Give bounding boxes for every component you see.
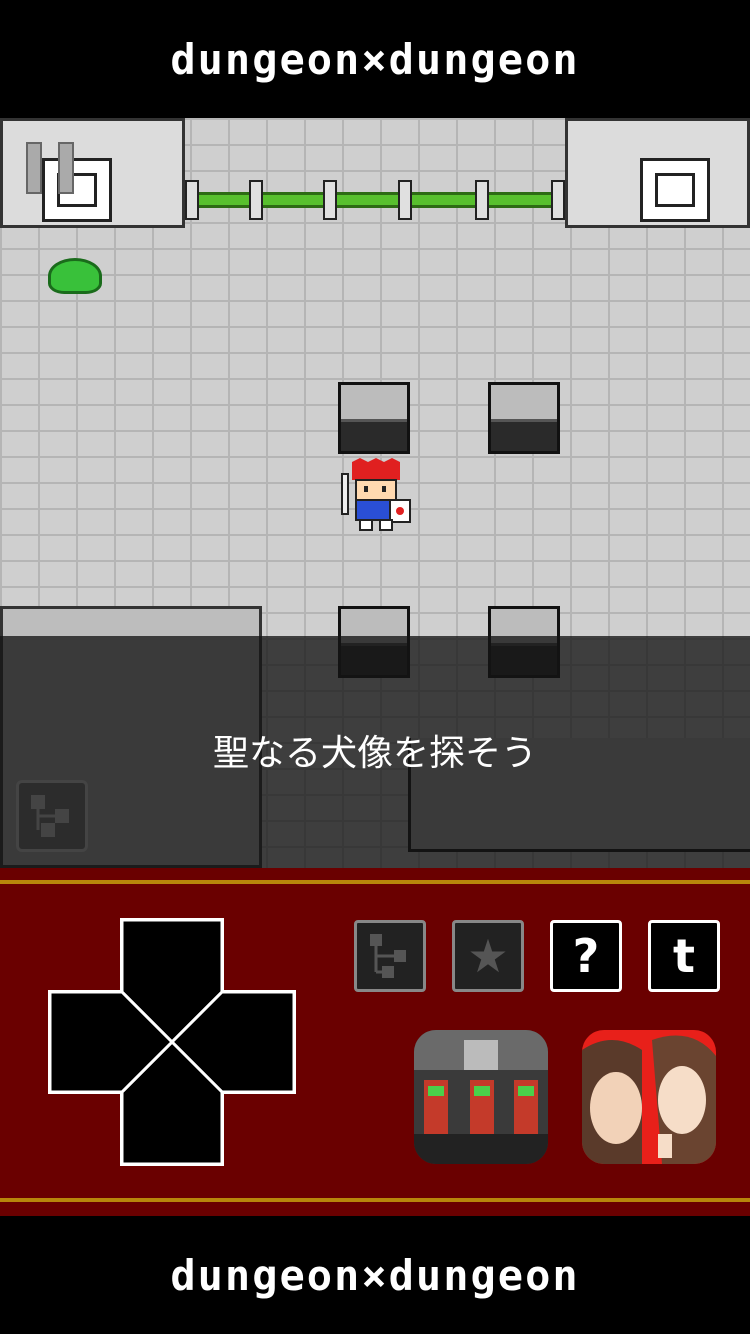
green-fence (185, 180, 565, 220)
slime-enemy (48, 258, 102, 294)
dpad[interactable] (48, 918, 296, 1166)
panel-stripe-top (0, 880, 750, 884)
bottom-banner: dungeon×dungeon (0, 1216, 750, 1334)
star-icon: ★ (467, 929, 509, 983)
quest-message: 聖なる犬像を探そう (212, 733, 537, 774)
question-icon: ? (572, 929, 600, 983)
panel-stripe-bottom (0, 1198, 750, 1202)
stone-block (338, 382, 410, 454)
map-icon[interactable] (16, 780, 88, 852)
star-button[interactable]: ★ (452, 920, 524, 992)
promo-app-romance-icon[interactable] (582, 1030, 716, 1164)
door-left (42, 158, 112, 222)
map-button[interactable] (354, 920, 426, 992)
top-banner: dungeon×dungeon (0, 0, 750, 118)
promo-app-station-icon[interactable] (414, 1030, 548, 1164)
game-logo: dungeon×dungeon (170, 1250, 580, 1300)
control-panel: ★ ? t (0, 868, 750, 1216)
help-button[interactable]: ? (550, 920, 622, 992)
hero-character (341, 458, 411, 531)
twitter-button[interactable]: t (648, 920, 720, 992)
pillar-left-b (58, 142, 74, 194)
twitter-icon: t (673, 929, 695, 983)
game-field: 聖なる犬像を探そう (0, 118, 750, 868)
door-right (640, 158, 710, 222)
stone-block (488, 382, 560, 454)
map-icon (370, 934, 406, 978)
game-logo: dungeon×dungeon (170, 34, 580, 84)
pillar-left-a (26, 142, 42, 194)
